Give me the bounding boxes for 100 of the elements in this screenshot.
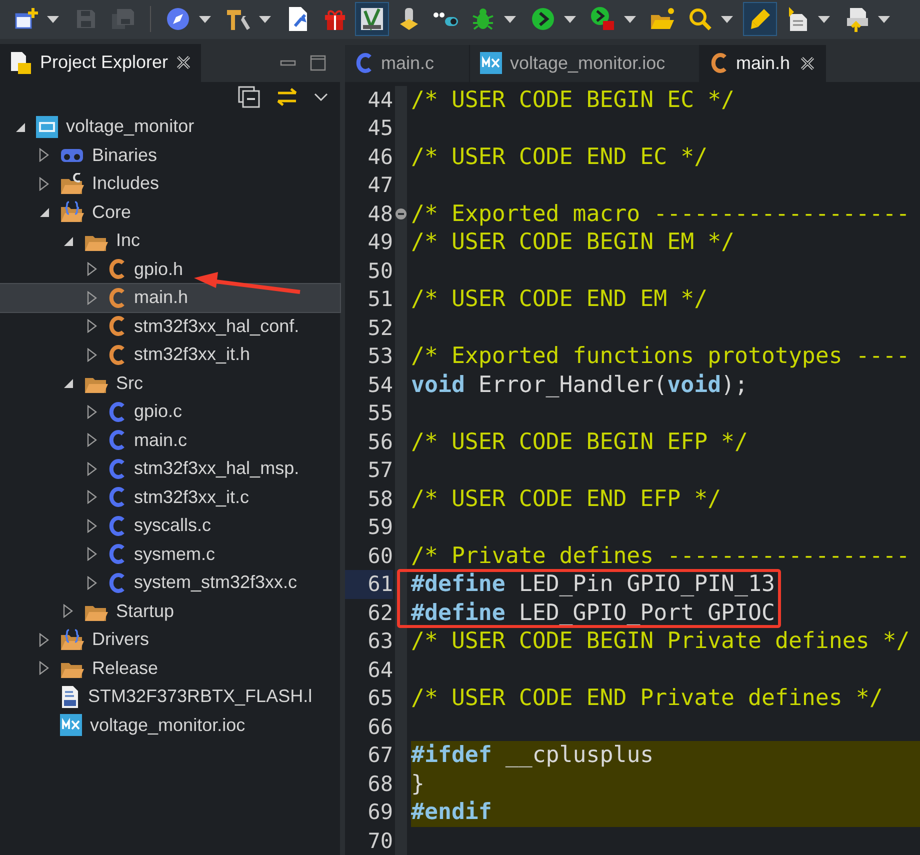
document-icon [60, 684, 80, 709]
expand-arrow-icon[interactable] [86, 404, 98, 419]
run-stop-icon [590, 6, 616, 32]
line-number: 48 [368, 202, 393, 226]
line-number: 47 [368, 173, 393, 197]
line-number: 60 [368, 544, 393, 568]
tree-item-label: Release [92, 658, 158, 679]
line-number: 66 [368, 714, 393, 738]
editor-tab[interactable]: main.h [700, 44, 826, 82]
tree-item[interactable]: Core [0, 198, 340, 226]
view-menu-icon[interactable] [314, 92, 328, 100]
tree-item[interactable]: gpio.h [0, 255, 340, 284]
tree-item-label: Drivers [92, 629, 149, 650]
tree-item[interactable]: STM32F373RBTX_FLASH.l [0, 682, 340, 711]
line-number: 58 [368, 486, 393, 510]
tree-item[interactable]: sysmem.c [0, 540, 340, 568]
new-file-icon [14, 7, 38, 32]
tree-item[interactable]: main.h [0, 284, 340, 312]
toolbar-button[interactable] [356, 3, 388, 36]
save-icon [75, 8, 97, 30]
save-all-icon [111, 8, 135, 30]
collapse-arrow-icon[interactable] [38, 206, 50, 218]
explorer-icon [10, 50, 32, 74]
expand-arrow-icon[interactable] [38, 632, 50, 647]
tree-item[interactable]: voltage_monitor [0, 112, 340, 141]
expand-arrow-icon[interactable] [38, 661, 50, 676]
collapse-arrow-icon[interactable] [62, 234, 74, 247]
expand-arrow-icon[interactable] [86, 290, 98, 305]
tree-item-label: Inc [116, 230, 140, 252]
tree-item[interactable]: Binaries [0, 141, 340, 170]
tree-item[interactable]: stm32f3xx_it.h [0, 340, 340, 369]
tree-item[interactable]: voltage_monitor.ioc [0, 711, 340, 740]
line-number: 54 [368, 372, 393, 396]
tree-item-label: syscalls.c [134, 515, 212, 536]
minimize-icon[interactable] [280, 58, 296, 66]
expand-arrow-icon[interactable] [86, 433, 98, 448]
tree-item[interactable]: Src [0, 369, 340, 398]
expand-arrow-icon[interactable] [38, 176, 50, 191]
folder-icon [60, 172, 84, 195]
tree-item[interactable]: system_stm32f3xx.c [0, 568, 340, 597]
c-file-icon [108, 400, 126, 423]
expand-arrow-icon[interactable] [86, 576, 98, 590]
tree-item[interactable]: gpio.c [0, 398, 340, 426]
dropdown-caret-icon[interactable] [259, 16, 271, 23]
tree-item-label: main.h [134, 287, 188, 308]
code-line: #endif [411, 799, 492, 826]
tree-item[interactable]: Startup [0, 597, 340, 626]
c-file-icon [710, 52, 728, 74]
maximize-icon[interactable] [310, 54, 326, 70]
c-file-icon [108, 514, 126, 537]
c-file-icon [108, 458, 126, 480]
tree-item[interactable]: Includes [0, 170, 340, 198]
line-number: 70 [368, 828, 393, 852]
view-tab[interactable]: Project Explorer [0, 44, 202, 82]
tree-item[interactable]: stm32f3xx_hal_conf. [0, 312, 340, 340]
collapse-all-icon[interactable] [238, 86, 260, 108]
expand-arrow-icon[interactable] [86, 518, 98, 533]
tree-item[interactable]: Drivers [0, 626, 340, 654]
dropdown-caret-icon[interactable] [818, 16, 830, 23]
dropdown-caret-icon[interactable] [199, 16, 211, 23]
folder-icon [60, 628, 84, 651]
tree-item-label: voltage_monitor.ioc [90, 714, 246, 736]
tree-item-label: Includes [92, 173, 160, 194]
line-number: 68 [368, 772, 393, 796]
compass-icon [166, 7, 190, 32]
expand-arrow-icon[interactable] [86, 547, 98, 562]
dropdown-caret-icon[interactable] [878, 16, 890, 23]
dropdown-caret-icon[interactable] [721, 16, 733, 23]
expand-arrow-icon[interactable] [86, 462, 98, 476]
tree-item-label: voltage_monitor [66, 116, 194, 138]
link-arrows-icon[interactable] [276, 88, 298, 106]
editor-tab-label: voltage_monitor.ioc [510, 52, 666, 74]
tree-item[interactable]: Release [0, 654, 340, 682]
dropdown-caret-icon[interactable] [47, 16, 59, 23]
tree-item[interactable]: stm32f3xx_hal_msp. [0, 454, 340, 483]
editor-tab-label: main.c [381, 52, 434, 74]
expand-arrow-icon[interactable] [86, 319, 98, 334]
search-icon [688, 7, 712, 32]
expand-arrow-icon[interactable] [62, 604, 74, 618]
dropdown-caret-icon[interactable] [624, 16, 636, 23]
close-icon[interactable] [800, 56, 816, 70]
tree-item-label: sysmem.c [134, 544, 215, 565]
fold-icon[interactable] [395, 208, 407, 220]
toolbar-button[interactable] [744, 3, 776, 36]
editor-tab[interactable]: voltage_monitor.ioc [470, 44, 700, 82]
collapse-arrow-icon[interactable] [14, 120, 26, 133]
dropdown-caret-icon[interactable] [564, 16, 576, 23]
expand-arrow-icon[interactable] [86, 262, 98, 276]
collapse-arrow-icon[interactable] [62, 377, 74, 390]
expand-arrow-icon[interactable] [86, 490, 98, 504]
tree-item[interactable]: Inc [0, 226, 340, 255]
expand-arrow-icon[interactable] [38, 148, 50, 162]
cube-mx-icon [480, 52, 502, 74]
dropdown-caret-icon[interactable] [504, 16, 516, 23]
tree-item[interactable]: syscalls.c [0, 512, 340, 540]
close-icon[interactable] [176, 55, 192, 70]
editor-tab[interactable]: main.c [345, 44, 470, 82]
tree-item[interactable]: main.c [0, 426, 340, 454]
expand-arrow-icon[interactable] [86, 348, 98, 362]
tree-item[interactable]: stm32f3xx_it.c [0, 483, 340, 512]
